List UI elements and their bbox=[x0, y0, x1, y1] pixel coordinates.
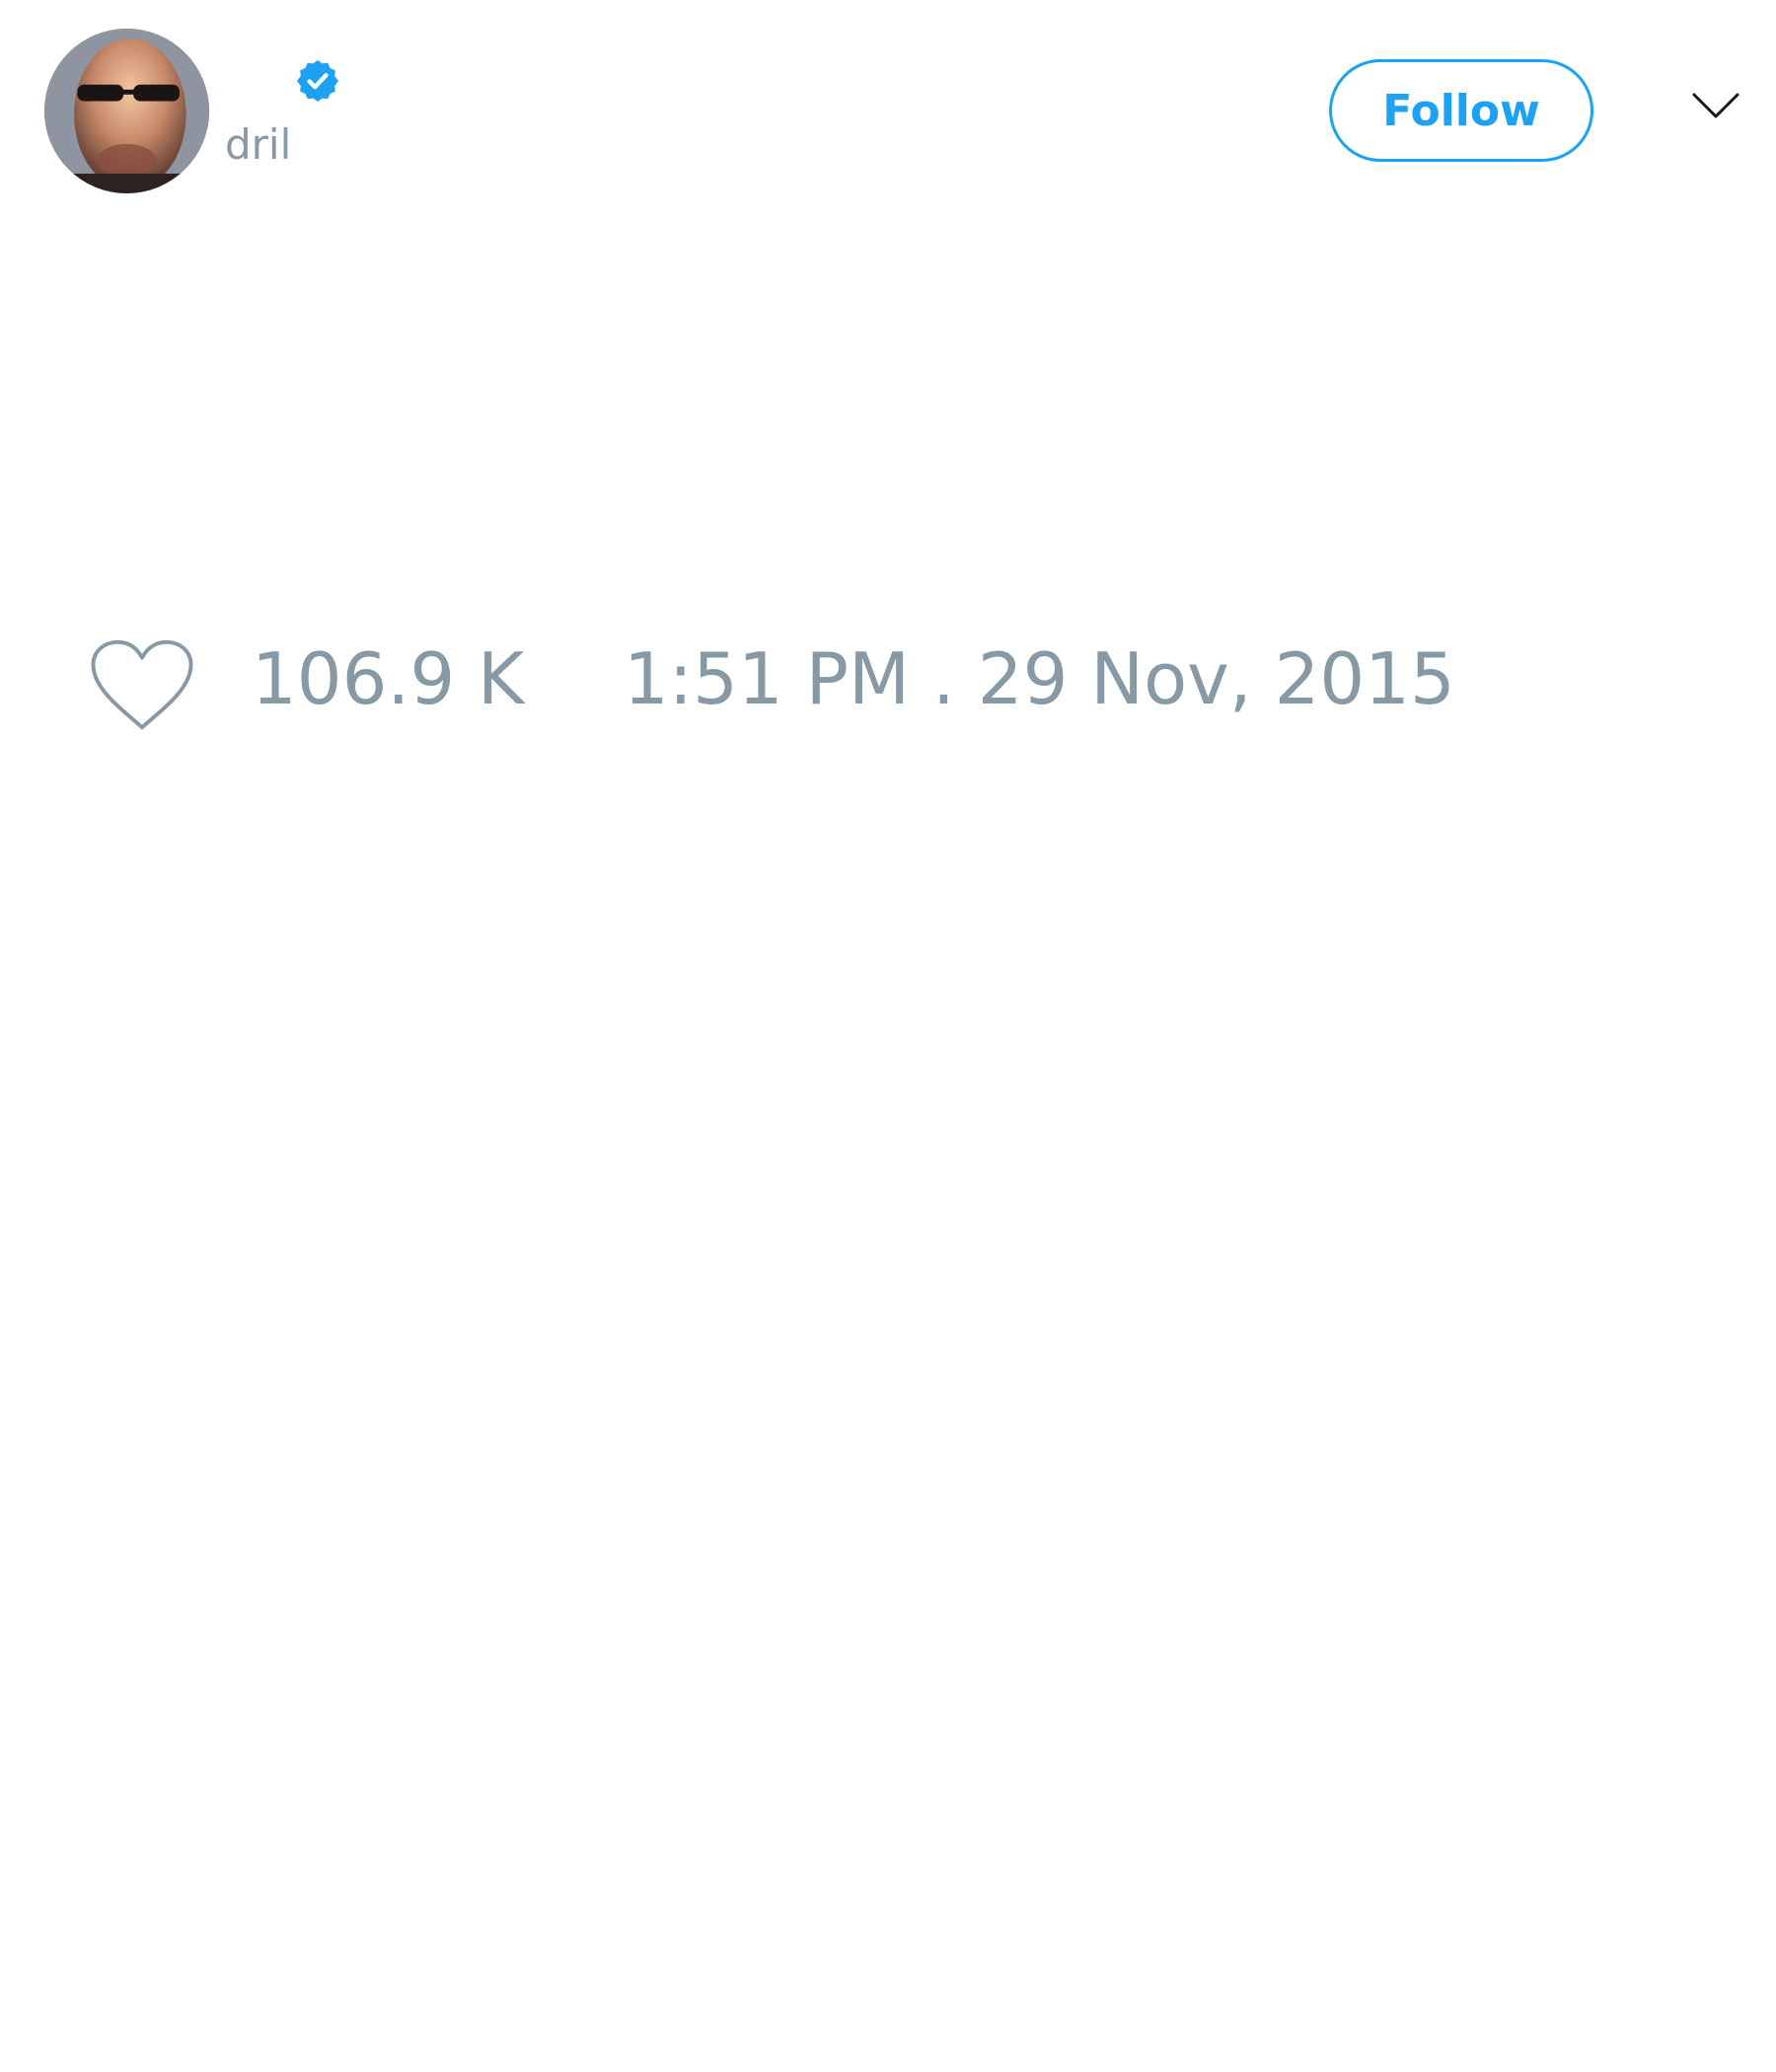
follow-button[interactable]: Follow bbox=[1329, 59, 1593, 162]
avatar-image bbox=[44, 29, 209, 193]
chevron-down-icon[interactable] bbox=[1691, 91, 1740, 120]
tweet-timestamp[interactable]: 1:51 PM . 29 Nov, 2015 bbox=[624, 643, 1455, 714]
verified-badge-icon bbox=[294, 57, 341, 105]
avatar[interactable] bbox=[44, 29, 209, 193]
tweet-meta-row: 106.9 K 1:51 PM . 29 Nov, 2015 bbox=[0, 631, 1776, 740]
tweet-card: dril Follow 106.9 K 1:51 PM . 29 Nov, 20… bbox=[0, 0, 1776, 2072]
like-count: 106.9 K bbox=[252, 637, 525, 720]
heart-outline-icon[interactable] bbox=[89, 637, 195, 732]
user-handle[interactable]: dril bbox=[225, 124, 291, 166]
